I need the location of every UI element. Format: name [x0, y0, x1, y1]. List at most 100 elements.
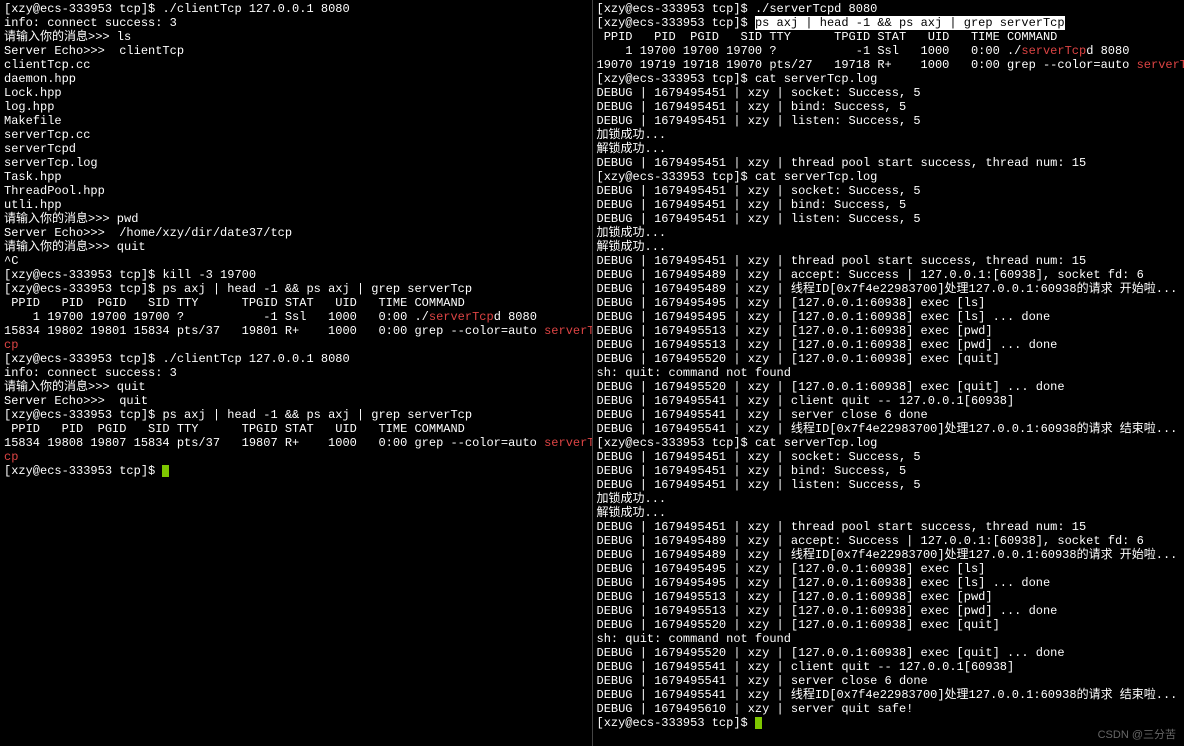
terminal-line: DEBUG | 1679495451 | xzy | socket: Succe…	[597, 86, 1181, 100]
terminal-line: info: connect success: 3	[4, 366, 588, 380]
terminal-line: DEBUG | 1679495451 | xzy | listen: Succe…	[597, 478, 1181, 492]
terminal-line: DEBUG | 1679495495 | xzy | [127.0.0.1:60…	[597, 296, 1181, 310]
terminal-line: DEBUG | 1679495513 | xzy | [127.0.0.1:60…	[597, 590, 1181, 604]
terminal-line: DEBUG | 1679495451 | xzy | listen: Succe…	[597, 212, 1181, 226]
terminal-line: 解锁成功...	[597, 506, 1181, 520]
terminal-line: 请输入你的消息>>> ls	[4, 30, 588, 44]
terminal-line: DEBUG | 1679495541 | xzy | 线程ID[0x7f4e22…	[597, 422, 1181, 436]
shell-prompt: [xzy@ecs-333953 tcp]$	[597, 436, 755, 450]
terminal-line: [xzy@ecs-333953 tcp]$ cat serverTcp.log	[597, 436, 1181, 450]
terminal-line: utli.hpp	[4, 198, 588, 212]
terminal-left[interactable]: [xzy@ecs-333953 tcp]$ ./clientTcp 127.0.…	[0, 0, 593, 746]
match-highlight: serverTcp	[1137, 58, 1184, 72]
terminal-line: DEBUG | 1679495451 | xzy | thread pool s…	[597, 520, 1181, 534]
shell-command: kill -3 19700	[162, 268, 256, 282]
terminal-line: [xzy@ecs-333953 tcp]$	[4, 464, 588, 478]
terminal-line: [xzy@ecs-333953 tcp]$ cat serverTcp.log	[597, 72, 1181, 86]
terminal-line: DEBUG | 1679495513 | xzy | [127.0.0.1:60…	[597, 324, 1181, 338]
terminal-line: DEBUG | 1679495451 | xzy | listen: Succe…	[597, 114, 1181, 128]
terminal-line: sh: quit: command not found	[597, 632, 1181, 646]
terminal-line: DEBUG | 1679495520 | xzy | [127.0.0.1:60…	[597, 352, 1181, 366]
terminal-line: [xzy@ecs-333953 tcp]$ cat serverTcp.log	[597, 170, 1181, 184]
shell-prompt: [xzy@ecs-333953 tcp]$	[4, 408, 162, 422]
terminal-line: DEBUG | 1679495495 | xzy | [127.0.0.1:60…	[597, 310, 1181, 324]
match-highlight: serverTcp	[429, 310, 494, 324]
terminal-line: [xzy@ecs-333953 tcp]$ ./serverTcpd 8080	[597, 2, 1181, 16]
terminal-line: 请输入你的消息>>> pwd	[4, 212, 588, 226]
text-fragment: 15834 19808 19807 15834 pts/37 19807 R+ …	[4, 436, 544, 450]
match-highlight: serverTcp	[1021, 44, 1086, 58]
match-highlight: cp	[4, 338, 18, 352]
terminal-line: Server Echo>>> quit	[4, 394, 588, 408]
match-highlight: cp	[4, 450, 18, 464]
terminal-line: DEBUG | 1679495610 | xzy | server quit s…	[597, 702, 1181, 716]
terminal-line: DEBUG | 1679495495 | xzy | [127.0.0.1:60…	[597, 562, 1181, 576]
terminal-line: Task.hpp	[4, 170, 588, 184]
terminal-line: cp	[4, 338, 588, 352]
terminal-line: Server Echo>>> /home/xzy/dir/date37/tcp	[4, 226, 588, 240]
terminal-line: DEBUG | 1679495520 | xzy | [127.0.0.1:60…	[597, 618, 1181, 632]
terminal-line: DEBUG | 1679495541 | xzy | client quit -…	[597, 660, 1181, 674]
terminal-line: 15834 19802 19801 15834 pts/37 19801 R+ …	[4, 324, 588, 338]
terminal-line: log.hpp	[4, 100, 588, 114]
terminal-line: [xzy@ecs-333953 tcp]$ ps axj | head -1 &…	[4, 282, 588, 296]
terminal-line: [xzy@ecs-333953 tcp]$ ps axj | head -1 &…	[4, 408, 588, 422]
terminal-line: serverTcpd	[4, 142, 588, 156]
terminal-line: DEBUG | 1679495489 | xzy | accept: Succe…	[597, 268, 1181, 282]
terminal-line: DEBUG | 1679495513 | xzy | [127.0.0.1:60…	[597, 338, 1181, 352]
text-fragment: d 8080	[1086, 44, 1129, 58]
terminal-line: sh: quit: command not found	[597, 366, 1181, 380]
selected-text: ps axj | head -1 && ps axj | grep server…	[755, 16, 1065, 30]
terminal-line: 19070 19719 19718 19070 pts/27 19718 R+ …	[597, 58, 1181, 72]
terminal-line: DEBUG | 1679495489 | xzy | 线程ID[0x7f4e22…	[597, 282, 1181, 296]
terminal-line: 请输入你的消息>>> quit	[4, 240, 588, 254]
terminal-line: 解锁成功...	[597, 240, 1181, 254]
text-fragment: d 8080	[494, 310, 537, 324]
terminal-line: DEBUG | 1679495520 | xzy | [127.0.0.1:60…	[597, 646, 1181, 660]
text-fragment: 1 19700 19700 19700 ? -1 Ssl 1000 0:00 .…	[597, 44, 1022, 58]
shell-command: cat serverTcp.log	[755, 436, 877, 450]
terminal-right[interactable]: [xzy@ecs-333953 tcp]$ ./serverTcpd 8080[…	[593, 0, 1184, 746]
shell-prompt: [xzy@ecs-333953 tcp]$	[597, 2, 755, 16]
shell-prompt: [xzy@ecs-333953 tcp]$	[4, 282, 162, 296]
terminal-line: DEBUG | 1679495541 | xzy | 线程ID[0x7f4e22…	[597, 688, 1181, 702]
terminal-split: [xzy@ecs-333953 tcp]$ ./clientTcp 127.0.…	[0, 0, 1184, 746]
cursor	[162, 465, 169, 477]
match-highlight: serverT	[544, 436, 592, 450]
shell-prompt: [xzy@ecs-333953 tcp]$	[4, 352, 162, 366]
terminal-line: 请输入你的消息>>> quit	[4, 380, 588, 394]
terminal-line: DEBUG | 1679495541 | xzy | server close …	[597, 408, 1181, 422]
terminal-line: [xzy@ecs-333953 tcp]$ ./clientTcp 127.0.…	[4, 352, 588, 366]
shell-prompt: [xzy@ecs-333953 tcp]$	[4, 464, 162, 478]
terminal-line: PPID PID PGID SID TTY TPGID STAT UID TIM…	[597, 30, 1181, 44]
terminal-line: DEBUG | 1679495520 | xzy | [127.0.0.1:60…	[597, 380, 1181, 394]
terminal-line: [xzy@ecs-333953 tcp]$ ./clientTcp 127.0.…	[4, 2, 588, 16]
terminal-line: Lock.hpp	[4, 86, 588, 100]
terminal-line: DEBUG | 1679495451 | xzy | thread pool s…	[597, 156, 1181, 170]
text-fragment: [xzy@ecs-333953 tcp]$	[597, 16, 755, 30]
terminal-line: DEBUG | 1679495489 | xzy | accept: Succe…	[597, 534, 1181, 548]
terminal-line: 1 19700 19700 19700 ? -1 Ssl 1000 0:00 .…	[597, 44, 1181, 58]
shell-prompt: [xzy@ecs-333953 tcp]$	[4, 268, 162, 282]
terminal-line: DEBUG | 1679495451 | xzy | thread pool s…	[597, 254, 1181, 268]
shell-command: ps axj | head -1 && ps axj | grep server…	[162, 282, 472, 296]
terminal-line: serverTcp.log	[4, 156, 588, 170]
terminal-line: PPID PID PGID SID TTY TPGID STAT UID TIM…	[4, 422, 588, 436]
terminal-line: PPID PID PGID SID TTY TPGID STAT UID TIM…	[4, 296, 588, 310]
terminal-line: DEBUG | 1679495541 | xzy | client quit -…	[597, 394, 1181, 408]
cursor	[755, 717, 762, 729]
terminal-line: DEBUG | 1679495541 | xzy | server close …	[597, 674, 1181, 688]
terminal-line: info: connect success: 3	[4, 16, 588, 30]
terminal-line: Server Echo>>> clientTcp	[4, 44, 588, 58]
terminal-line: 加锁成功...	[597, 492, 1181, 506]
text-fragment: 15834 19802 19801 15834 pts/37 19801 R+ …	[4, 324, 544, 338]
terminal-line: 解锁成功...	[597, 142, 1181, 156]
shell-prompt: [xzy@ecs-333953 tcp]$	[597, 72, 755, 86]
shell-command: cat serverTcp.log	[755, 170, 877, 184]
shell-prompt: [xzy@ecs-333953 tcp]$	[4, 2, 162, 16]
text-fragment: 1 19700 19700 19700 ? -1 Ssl 1000 0:00 .…	[4, 310, 429, 324]
terminal-line: Makefile	[4, 114, 588, 128]
shell-prompt: [xzy@ecs-333953 tcp]$	[597, 170, 755, 184]
terminal-line: ^C	[4, 254, 588, 268]
shell-command: ./serverTcpd 8080	[755, 2, 877, 16]
